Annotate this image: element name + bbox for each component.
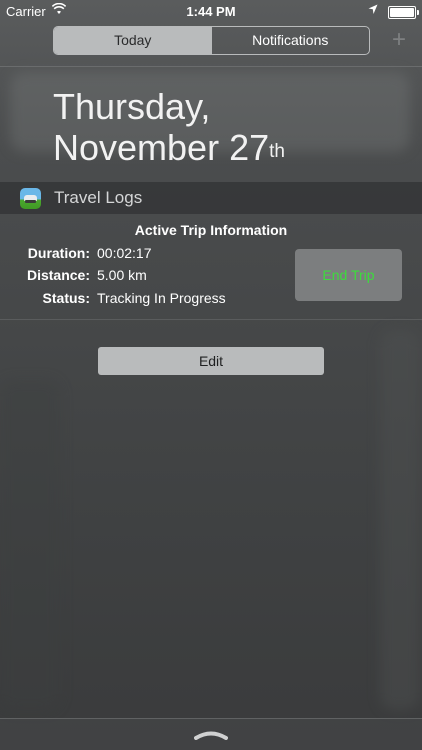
duration-label: Duration: (27, 245, 90, 261)
date-heading: Thursday, November 27th (53, 86, 285, 168)
status-bar: Carrier 1:44 PM (0, 0, 422, 22)
battery-icon (388, 6, 419, 19)
status-row: Status: Tracking In Progress (0, 290, 290, 310)
status-value: Tracking In Progress (97, 290, 226, 306)
divider (0, 66, 422, 67)
widget-title: Travel Logs (54, 188, 143, 207)
edit-button[interactable]: Edit (98, 347, 324, 375)
widget-header[interactable]: Travel Logs (0, 182, 422, 214)
status-label: Status: (42, 290, 90, 306)
background-blur (380, 330, 420, 710)
duration-row: Duration: 00:02:17 (0, 245, 290, 265)
distance-label: Distance: (26, 267, 90, 283)
weekday-label: Thursday, (53, 86, 211, 127)
trip-info-heading: Active Trip Information (134, 222, 288, 238)
duration-value: 00:02:17 (97, 245, 152, 261)
month-day-label: November 27th (53, 127, 285, 168)
tab-notifications[interactable]: Notifications (212, 27, 370, 54)
grabber-handle-icon[interactable] (194, 728, 228, 740)
background-blur (0, 380, 60, 710)
distance-row: Distance: 5.00 km (0, 267, 290, 287)
end-trip-button[interactable]: End Trip (295, 249, 402, 301)
distance-value: 5.00 km (97, 267, 147, 283)
tab-today[interactable]: Today (54, 27, 212, 54)
bottom-bar (0, 718, 422, 750)
today-notifications-segmented-control: Today Notifications (53, 26, 370, 55)
divider (0, 319, 422, 320)
plus-icon: + (391, 26, 406, 53)
clock-time: 1:44 PM (186, 4, 236, 19)
location-arrow-icon (368, 3, 378, 18)
travel-logs-app-icon (20, 188, 41, 209)
day-suffix: th (269, 141, 285, 162)
